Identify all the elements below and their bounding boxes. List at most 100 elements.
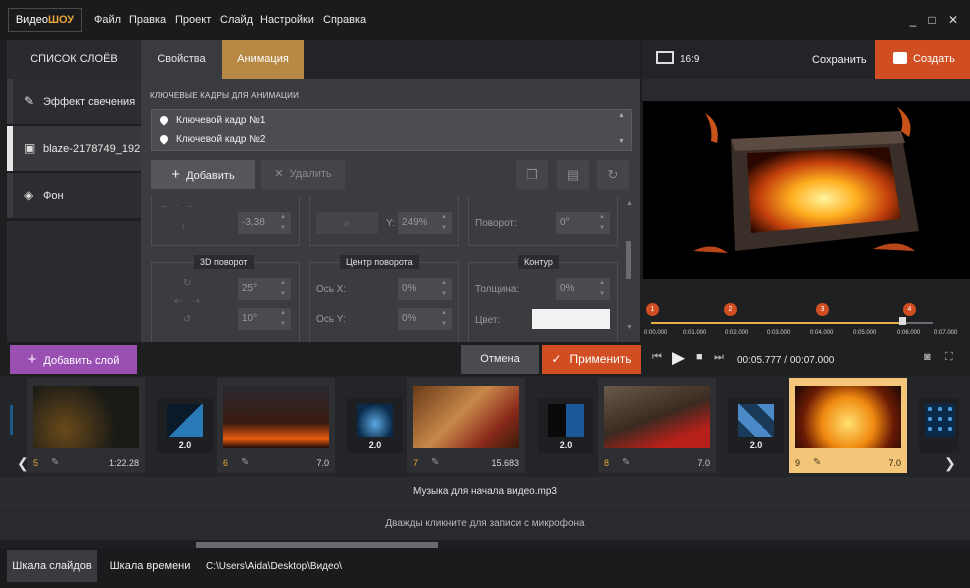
add-layer-button[interactable]: + Добавить слой xyxy=(10,345,137,374)
stop-icon[interactable]: ■ xyxy=(696,351,703,363)
menu-help[interactable]: Справка xyxy=(323,14,366,26)
pencil-icon[interactable]: ✎ xyxy=(813,457,821,468)
playhead[interactable] xyxy=(899,317,906,325)
props-scrollbar-thumb[interactable] xyxy=(626,241,631,279)
menu-edit[interactable]: Правка xyxy=(129,14,166,26)
strip-right-arrow-icon[interactable]: ❯ xyxy=(944,455,956,472)
spinner-icon: ▲ ▼ xyxy=(441,214,447,231)
tab-properties[interactable]: Свойства xyxy=(141,40,222,79)
play-icon[interactable]: ▶ xyxy=(672,348,685,368)
rotate3d-a-field[interactable]: 25° ▲ ▼ xyxy=(238,278,291,300)
slide-thumbnail xyxy=(604,386,710,448)
rotation-field[interactable]: 0° ▲ ▼ xyxy=(556,212,610,234)
arrow-down-icon[interactable]: ↓ xyxy=(181,220,186,231)
tick-label: 0:01.000 xyxy=(683,330,707,336)
menu-settings[interactable]: Настройки xyxy=(260,14,314,26)
horizontal-scrollbar[interactable] xyxy=(0,541,970,548)
monitor-icon xyxy=(656,51,674,64)
pencil-icon[interactable]: ✎ xyxy=(622,457,630,468)
arrow-pad-icon[interactable]: ← · → xyxy=(160,200,194,211)
keyframe-marker-2[interactable]: 2 xyxy=(724,303,737,316)
layer-item-glow[interactable]: ✎ Эффект свечения xyxy=(7,79,141,125)
rotate3d-pad-icon[interactable]: ↻ ⇠ · ⇢ ↺ xyxy=(157,275,217,330)
scroll-down-icon[interactable]: ▼ xyxy=(618,138,625,145)
axis-y-field[interactable]: 0% ▲ ▼ xyxy=(398,308,452,330)
position-field[interactable]: -3,38 ▲ ▼ xyxy=(238,212,291,234)
app-logo: ВидеоШОУ xyxy=(8,8,82,32)
tab-time-timeline[interactable]: Шкала времени xyxy=(104,550,196,582)
camera-icon[interactable]: ◙ xyxy=(924,351,931,363)
slide-8[interactable]: 8 ✎ 7.0 xyxy=(598,378,716,473)
fullscreen-icon[interactable]: ⛶ xyxy=(945,351,953,364)
image-icon: ▣ xyxy=(24,141,36,155)
layer-item-image[interactable]: ▣ blaze-2178749_192... xyxy=(7,126,149,172)
aspect-ratio[interactable]: 16:9 xyxy=(680,54,699,65)
paste-button[interactable]: ▤ xyxy=(557,160,589,189)
menu-file[interactable]: Файл xyxy=(94,14,121,26)
time-readout: 00:05.777 / 00:07.000 xyxy=(737,355,834,366)
menu-slide[interactable]: Слайд xyxy=(220,14,253,26)
scroll-up-icon[interactable]: ▲ xyxy=(618,112,625,119)
tab-slides-timeline[interactable]: Шкала слайдов xyxy=(7,550,97,582)
scroll-up-icon[interactable]: ▲ xyxy=(626,200,633,207)
delete-keyframe-button[interactable]: ✕ Удалить xyxy=(261,160,345,189)
zoom-field[interactable]: 249% ▲ ▼ xyxy=(398,212,452,234)
music-track[interactable]: Музыка для начала видео.mp3 xyxy=(0,477,970,507)
menu-project[interactable]: Проект xyxy=(175,14,211,26)
timeline-progress xyxy=(651,322,903,324)
pin-icon xyxy=(158,114,170,127)
fireplace-preview-image xyxy=(693,107,919,253)
keyframe-marker-1[interactable]: 1 xyxy=(646,303,659,316)
pencil-icon[interactable]: ✎ xyxy=(241,457,249,468)
strip-left-arrow-icon[interactable]: ❮ xyxy=(17,455,29,472)
maximize-button[interactable]: □ xyxy=(925,13,939,27)
keyframe-marker-4[interactable]: 4 xyxy=(903,303,916,316)
slide-duration: 7.0 xyxy=(888,458,901,468)
keyframe-item-1[interactable]: Ключевой кадр №1 xyxy=(158,112,265,130)
transition-thumbnail xyxy=(167,404,203,437)
keyframe-marker-3[interactable]: 3 xyxy=(816,303,829,316)
transition-3[interactable]: 2.0 xyxy=(538,398,594,453)
color-swatch[interactable] xyxy=(532,309,610,329)
prev-frame-icon[interactable]: ⏮ xyxy=(652,351,662,364)
pencil-icon[interactable]: ✎ xyxy=(51,457,59,468)
transition-1[interactable]: 2.0 xyxy=(157,398,213,453)
tab-animation[interactable]: Анимация xyxy=(222,40,304,79)
contour-title: Контур xyxy=(518,255,559,269)
tick-label: 0:05.000 xyxy=(853,330,877,336)
scroll-down-icon[interactable]: ▼ xyxy=(626,324,633,331)
create-button[interactable]: Создать xyxy=(875,40,970,79)
keyframe-item-2[interactable]: Ключевой кадр №2 xyxy=(158,131,266,149)
keyframe-label: Ключевой кадр №2 xyxy=(176,134,266,145)
transition-5[interactable] xyxy=(919,398,959,453)
slide-7[interactable]: 7 ✎ 15.683 xyxy=(407,378,525,473)
mic-track[interactable]: Дважды кликните для записи с микрофона xyxy=(0,507,970,540)
layers-empty-area xyxy=(7,221,141,342)
copy-button[interactable]: ❐ xyxy=(516,160,548,189)
slide-5[interactable]: 5 ✎ 1:22.28 xyxy=(27,378,145,473)
minimize-button[interactable]: _ xyxy=(906,13,920,27)
save-button[interactable]: Сохранить xyxy=(812,54,867,66)
add-keyframe-button[interactable]: + Добавить xyxy=(151,160,255,189)
layer-item-background[interactable]: ◈ Фон xyxy=(7,173,141,219)
close-button[interactable]: ✕ xyxy=(946,13,960,27)
transition-4[interactable]: 2.0 xyxy=(728,398,784,453)
pin-icon xyxy=(158,133,170,146)
reset-button[interactable]: ↻ xyxy=(597,160,629,189)
next-frame-icon[interactable]: ⏭ xyxy=(714,351,724,364)
plus-icon: + xyxy=(27,351,37,368)
rotate3d-b-field[interactable]: 10° ▲ ▼ xyxy=(238,308,291,330)
time-separator: / xyxy=(781,355,790,366)
slide-6[interactable]: 6 ✎ 7.0 xyxy=(217,378,335,473)
slide-9[interactable]: 9 ✎ 7.0 xyxy=(789,378,907,473)
thickness-field[interactable]: 0% ▲ ▼ xyxy=(556,278,610,300)
apply-button[interactable]: ✓ Применить xyxy=(542,345,641,374)
slide-number: 5 xyxy=(33,458,39,468)
transition-2[interactable]: 2.0 xyxy=(347,398,403,453)
axis-x-field[interactable]: 0% ▲ ▼ xyxy=(398,278,452,300)
transition-duration: 2.0 xyxy=(559,440,573,450)
zoom-button[interactable]: ⌕ xyxy=(316,212,378,234)
cancel-button[interactable]: Отмена xyxy=(461,345,539,374)
slide-duration: 7.0 xyxy=(697,458,710,468)
pencil-icon[interactable]: ✎ xyxy=(431,457,439,468)
